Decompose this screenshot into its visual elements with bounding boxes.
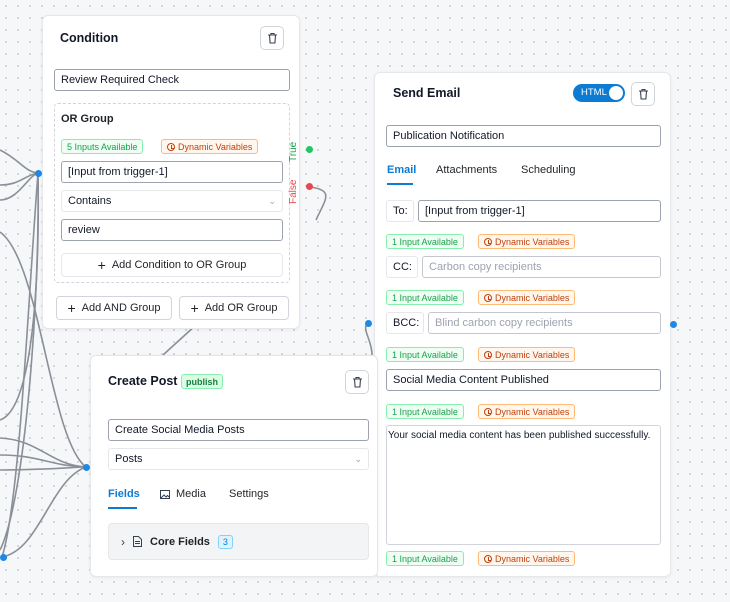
clock-icon (484, 350, 492, 359)
create-post-node[interactable]: Create Post publish Create Social Media … (90, 355, 378, 577)
trash-icon (638, 88, 648, 100)
tab-media[interactable]: Media (160, 488, 206, 500)
to-input[interactable]: [Input from trigger-1] (418, 200, 661, 222)
false-output-label: False (288, 179, 299, 204)
chevron-right-icon: › (121, 534, 125, 549)
dynamic-variables-label: Dynamic Variables (495, 553, 570, 564)
email-input-port[interactable] (365, 320, 372, 327)
bcc-field-label: BCC: (386, 312, 424, 334)
dynamic-variables-label: Dynamic Variables (495, 292, 570, 303)
to-dynamic-badge[interactable]: Dynamic Variables (478, 234, 576, 249)
clock-icon (167, 142, 175, 151)
tab-email-underline (387, 183, 413, 185)
post-input-port[interactable] (83, 464, 90, 471)
condition-input-port[interactable] (35, 170, 42, 177)
clock-icon (484, 237, 492, 246)
dynamic-variables-label: Dynamic Variables (495, 406, 570, 417)
cc-input[interactable]: Carbon copy recipients (422, 256, 661, 278)
tab-attachments[interactable]: Attachments (436, 164, 497, 176)
tab-media-label: Media (176, 488, 206, 500)
delete-button[interactable] (260, 26, 284, 50)
dynamic-variables-label: Dynamic Variables (495, 349, 570, 360)
delete-button[interactable] (345, 370, 369, 394)
plus-icon: + (190, 300, 199, 316)
to-inputs-badge[interactable]: 1 Input Available (386, 234, 464, 249)
core-fields-section[interactable]: › Core Fields 3 (108, 523, 369, 560)
condition-node[interactable]: Condition Review Required Check OR Group… (42, 15, 300, 329)
node-title: Send Email (393, 86, 461, 100)
or-group-title: OR Group (61, 113, 114, 125)
subject-dynamic-badge[interactable]: Dynamic Variables (478, 404, 576, 419)
add-or-group-button[interactable]: + Add OR Group (179, 296, 289, 320)
email-output-port[interactable] (670, 321, 677, 328)
post-type-value: Posts (115, 453, 143, 465)
true-output-port[interactable] (306, 146, 313, 153)
add-condition-button[interactable]: + Add Condition to OR Group (61, 253, 283, 277)
operator-value: Contains (68, 195, 112, 207)
tab-email[interactable]: Email (387, 164, 416, 176)
email-name-input[interactable]: Publication Notification (386, 125, 661, 147)
node-title: Condition (60, 31, 119, 45)
add-condition-label: Add Condition to OR Group (111, 259, 247, 271)
inputs-available-badge[interactable]: 5 Inputs Available (61, 139, 144, 154)
clock-icon (484, 407, 492, 416)
dynamic-variables-badge[interactable]: Dynamic Variables (161, 139, 259, 154)
cc-dynamic-badge[interactable]: Dynamic Variables (478, 290, 576, 305)
plus-icon: + (67, 300, 76, 316)
tab-fields[interactable]: Fields (108, 488, 140, 500)
clock-icon (484, 554, 492, 563)
image-icon (160, 489, 170, 499)
add-or-group-label: Add OR Group (204, 302, 278, 314)
compare-value-input[interactable]: review (61, 219, 283, 241)
bcc-input[interactable]: Blind carbon copy recipients (428, 312, 661, 334)
operator-select[interactable]: Contains ⌄ (61, 190, 283, 212)
bcc-inputs-badge[interactable]: 1 Input Available (386, 347, 464, 362)
tab-fields-underline (108, 507, 137, 509)
add-and-group-label: Add AND Group (81, 302, 161, 314)
add-and-group-button[interactable]: + Add AND Group (56, 296, 172, 320)
false-output-port[interactable] (306, 183, 313, 190)
clock-icon (484, 293, 492, 302)
delete-button[interactable] (631, 82, 655, 106)
chevron-down-icon: ⌄ (354, 453, 362, 464)
tab-scheduling[interactable]: Scheduling (521, 164, 575, 176)
post-name-input[interactable]: Create Social Media Posts (108, 419, 369, 441)
status-badge: publish (181, 374, 223, 389)
tab-settings[interactable]: Settings (229, 488, 269, 500)
plus-icon: + (97, 257, 106, 273)
cc-field-label: CC: (386, 256, 418, 278)
dynamic-variables-label: Dynamic Variables (178, 141, 253, 152)
send-email-node[interactable]: Send Email HTML Publication Notification… (374, 72, 671, 577)
post-type-select[interactable]: Posts ⌄ (108, 448, 369, 470)
document-icon (133, 536, 142, 547)
toggle-knob (609, 86, 623, 100)
condition-input-field[interactable]: [Input from trigger-1] (61, 161, 283, 183)
subject-input[interactable]: Social Media Content Published (386, 369, 661, 391)
cc-inputs-badge[interactable]: 1 Input Available (386, 290, 464, 305)
bcc-dynamic-badge[interactable]: Dynamic Variables (478, 347, 576, 362)
html-toggle[interactable]: HTML (573, 84, 625, 102)
dynamic-variables-label: Dynamic Variables (495, 236, 570, 247)
trash-icon (267, 32, 277, 44)
chevron-down-icon: ⌄ (268, 195, 276, 206)
left-edge-port[interactable] (0, 554, 7, 561)
body-inputs-badge[interactable]: 1 Input Available (386, 551, 464, 566)
subject-inputs-badge[interactable]: 1 Input Available (386, 404, 464, 419)
body-text: Your social media content has been publi… (388, 430, 651, 441)
core-fields-count: 3 (217, 534, 233, 549)
to-field-label: To: (386, 200, 414, 222)
trash-icon (352, 376, 362, 388)
condition-name-input[interactable]: Review Required Check (54, 69, 290, 91)
true-output-label: True (288, 141, 299, 162)
html-toggle-label: HTML (581, 87, 607, 98)
body-textarea[interactable]: Your social media content has been publi… (386, 425, 661, 545)
core-fields-label: Core Fields (150, 535, 210, 548)
body-dynamic-badge[interactable]: Dynamic Variables (478, 551, 576, 566)
node-title: Create Post (108, 374, 178, 388)
